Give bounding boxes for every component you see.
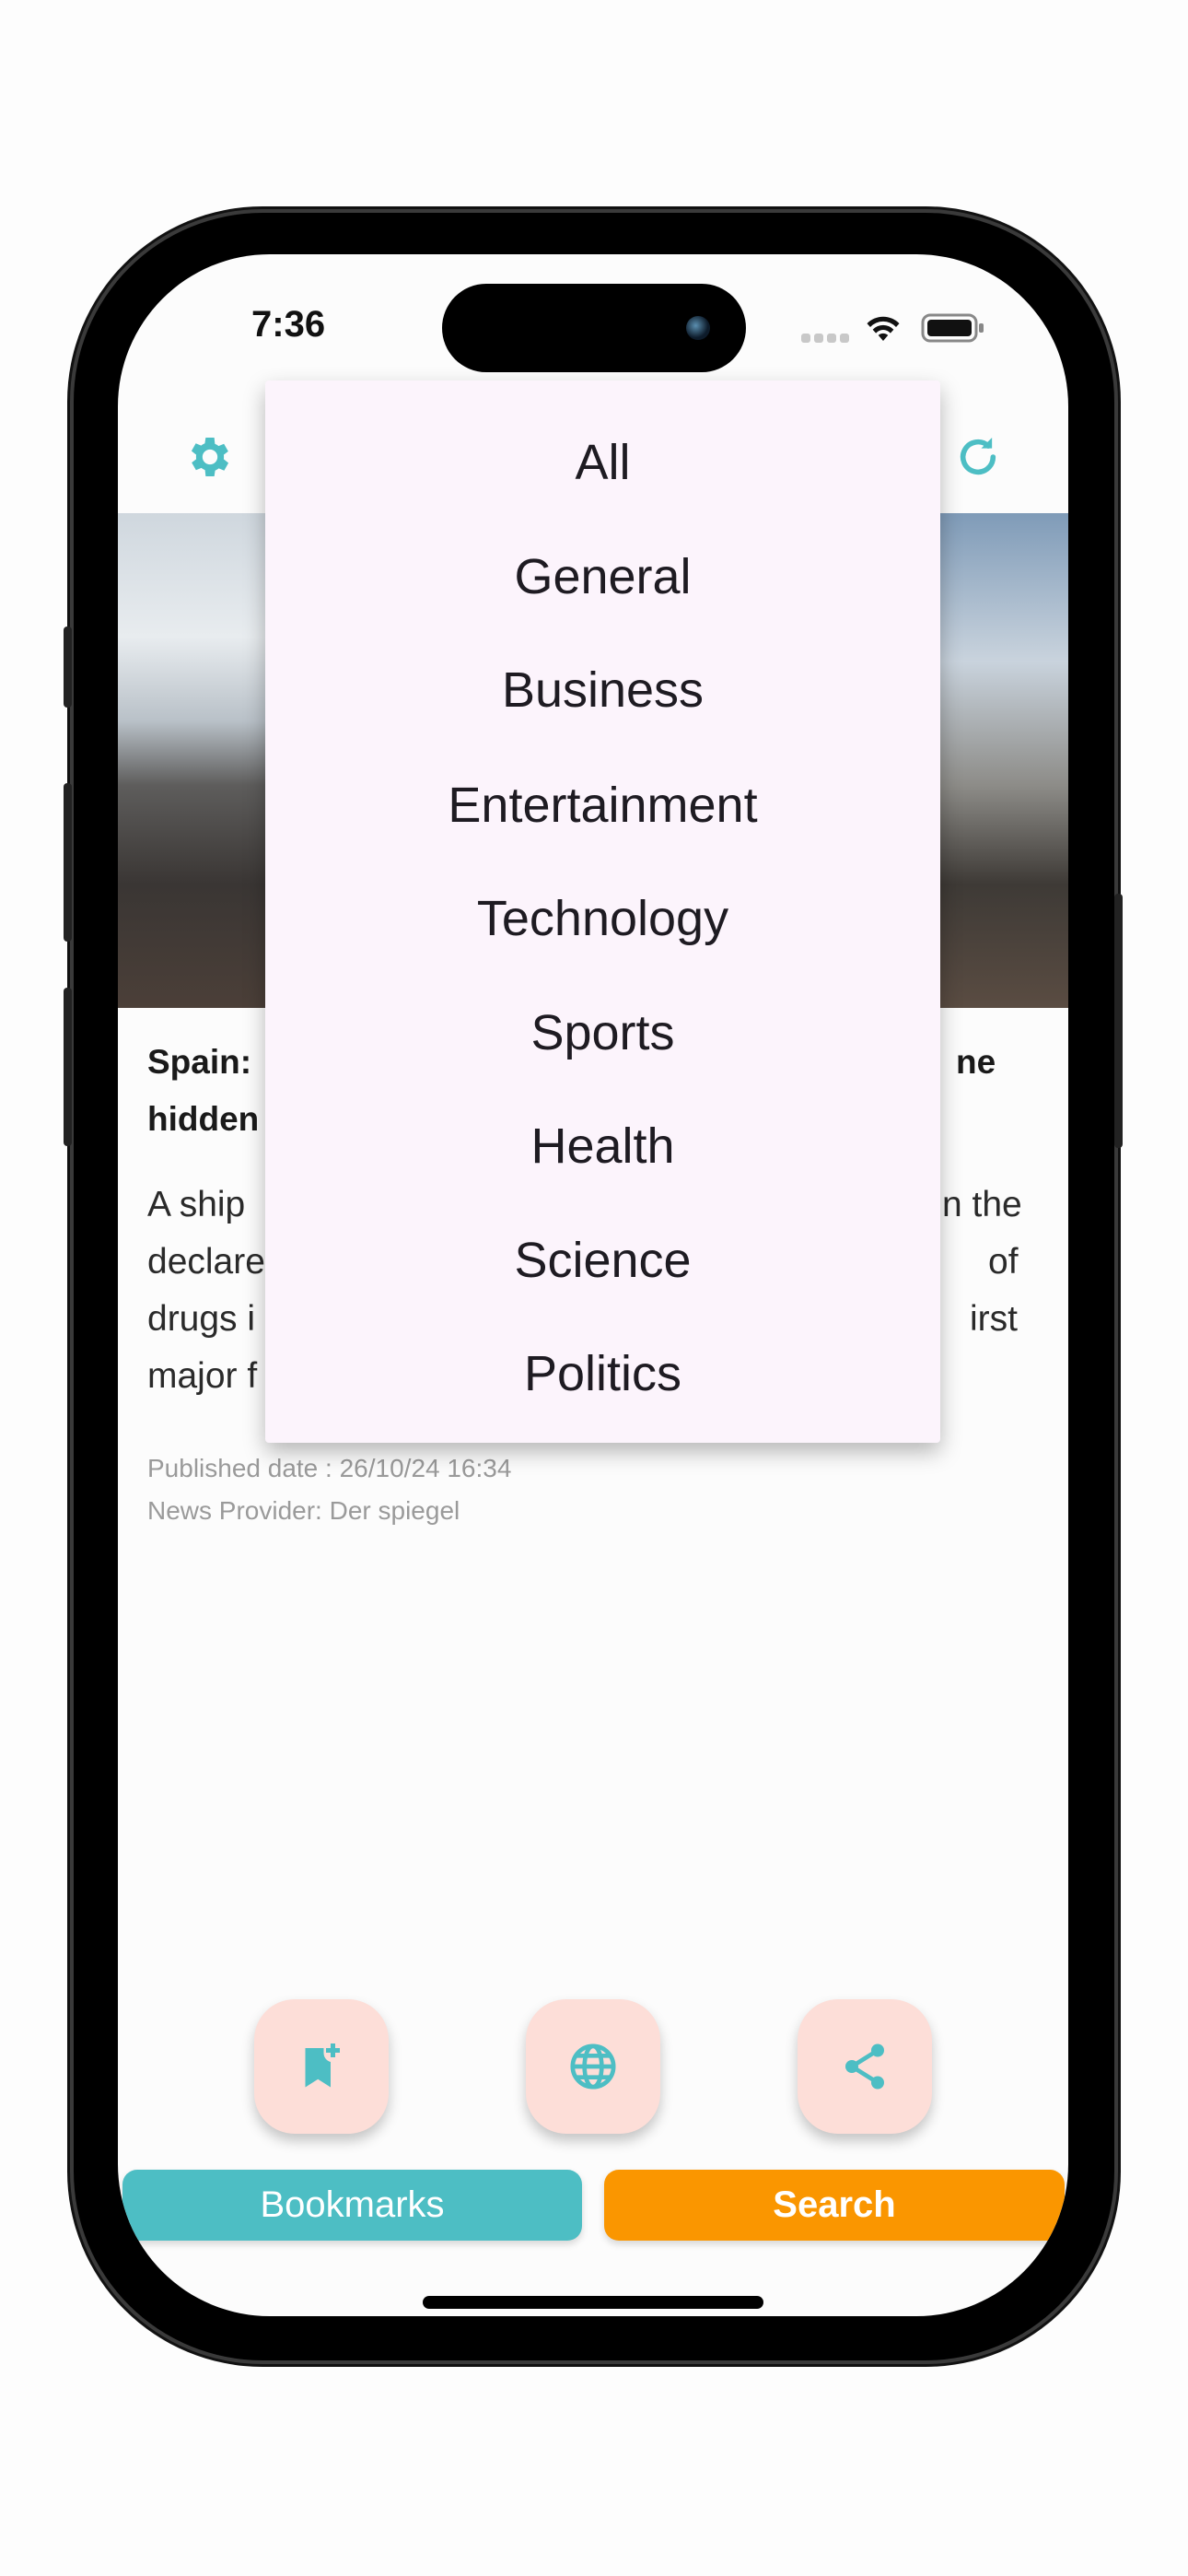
share-button[interactable] bbox=[798, 1999, 932, 2134]
share-icon bbox=[845, 2043, 884, 2090]
article-body-fragment: major f bbox=[147, 1356, 258, 1396]
category-sports[interactable]: Sports bbox=[265, 1004, 940, 1061]
category-health[interactable]: Health bbox=[265, 1118, 940, 1175]
status-time: 7:36 bbox=[251, 304, 326, 345]
settings-gear-icon[interactable] bbox=[184, 431, 236, 483]
signal-icon bbox=[801, 334, 849, 343]
mute-switch bbox=[64, 626, 72, 708]
news-provider: News Provider: Der spiegel bbox=[147, 1496, 460, 1525]
article-title-fragment: Spain: bbox=[147, 1043, 252, 1081]
category-politics[interactable]: Politics bbox=[265, 1345, 940, 1402]
category-science[interactable]: Science bbox=[265, 1232, 940, 1289]
bookmarks-button[interactable]: Bookmarks bbox=[122, 2170, 582, 2241]
globe-icon bbox=[570, 2043, 616, 2090]
volume-down-button bbox=[64, 988, 72, 1146]
search-button[interactable]: Search bbox=[604, 2170, 1065, 2241]
category-technology[interactable]: Technology bbox=[265, 890, 940, 947]
article-body-fragment: A ship bbox=[147, 1185, 246, 1224]
open-web-button[interactable] bbox=[526, 1999, 660, 2134]
article-title-fragment: ne bbox=[956, 1043, 996, 1081]
refresh-icon[interactable] bbox=[952, 431, 1004, 483]
wifi-icon bbox=[867, 316, 900, 341]
battery-icon bbox=[921, 313, 984, 343]
app-screen: 7:36 Spain: ne hidden A ship n the decla… bbox=[118, 254, 1068, 2316]
article-body-fragment: of bbox=[988, 1242, 1019, 1282]
article-body-fragment: declare bbox=[147, 1242, 265, 1282]
home-indicator[interactable] bbox=[423, 2296, 763, 2309]
published-date: Published date : 26/10/24 16:34 bbox=[147, 1454, 512, 1482]
volume-up-button bbox=[64, 783, 72, 942]
power-button bbox=[1114, 894, 1123, 1148]
article-body-fragment: n the bbox=[942, 1185, 1022, 1224]
category-dropdown-menu: All General Business Entertainment Techn… bbox=[265, 381, 940, 1443]
category-all[interactable]: All bbox=[265, 434, 940, 491]
bookmark-add-icon bbox=[305, 2043, 340, 2088]
category-entertainment[interactable]: Entertainment bbox=[265, 777, 940, 834]
bookmark-add-button[interactable] bbox=[254, 1999, 389, 2134]
category-general[interactable]: General bbox=[265, 548, 940, 605]
article-body-fragment: irst bbox=[970, 1299, 1018, 1339]
dynamic-island bbox=[442, 284, 746, 372]
article-body-fragment: drugs i bbox=[147, 1299, 256, 1339]
article-title-fragment: hidden bbox=[147, 1100, 260, 1138]
camera-icon bbox=[686, 316, 710, 340]
category-business[interactable]: Business bbox=[265, 662, 940, 719]
